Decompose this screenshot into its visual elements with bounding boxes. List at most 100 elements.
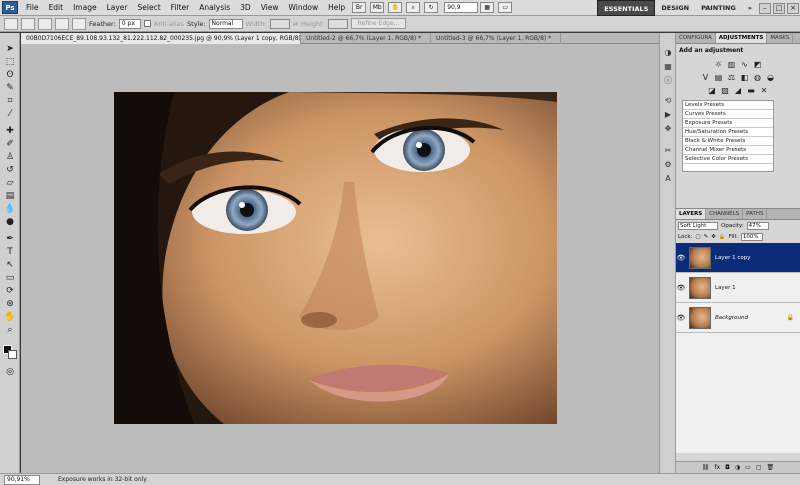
posterize-icon[interactable]: ▨	[720, 86, 731, 96]
selective-color-icon[interactable]: ✕	[759, 86, 770, 96]
doc-tab-3[interactable]: Untitled-3 @ 66,7% (Layer 1, RGB/8) *	[431, 33, 561, 44]
preset-levels[interactable]: Levels Presets	[683, 101, 773, 110]
arrange-icon[interactable]: ▦	[480, 2, 495, 13]
menu-file[interactable]: File	[21, 3, 44, 12]
intersect-selection-icon[interactable]	[72, 17, 86, 30]
close-button[interactable]: ×	[787, 2, 799, 14]
dodge-tool-icon[interactable]: ●	[3, 216, 17, 227]
menu-edit[interactable]: Edit	[44, 3, 69, 12]
layer-row-background[interactable]: 👁 Background 🔒	[676, 303, 800, 333]
preset-channel-mixer[interactable]: Channel Mixer Presets	[683, 146, 773, 155]
document-image[interactable]	[114, 92, 557, 424]
3d-rotate-tool-icon[interactable]: ⟳	[3, 285, 17, 296]
preset-exposure[interactable]: Exposure Presets	[683, 119, 773, 128]
layer-row-layer-1[interactable]: 👁 Layer 1	[676, 273, 800, 303]
history-panel-icon[interactable]: ⟲	[662, 95, 674, 106]
marquee-tool-preset-icon[interactable]	[4, 17, 18, 30]
marquee-tool-icon[interactable]: ⬚	[3, 56, 17, 67]
black-white-icon[interactable]: ◧	[739, 73, 750, 83]
layer-style-icon[interactable]: fx	[714, 464, 720, 471]
menu-analysis[interactable]: Analysis	[194, 3, 235, 12]
visibility-eye-icon[interactable]: 👁	[676, 254, 686, 262]
eyedropper-tool-icon[interactable]: ⁄	[3, 108, 17, 119]
navigator-panel-icon[interactable]: ✥	[662, 123, 674, 134]
curves-icon[interactable]: ∿	[739, 60, 750, 70]
pen-tool-icon[interactable]: ✒	[3, 233, 17, 244]
doc-tab-1[interactable]: 00B0D7106ECE_89.108.93.132_81.222.112.82…	[21, 33, 301, 44]
menu-select[interactable]: Select	[133, 3, 166, 12]
rotate-icon[interactable]: ↻	[424, 2, 439, 13]
character-panel-icon[interactable]: A	[662, 173, 674, 184]
new-layer-icon[interactable]: ▢	[756, 464, 762, 471]
workspace-design[interactable]: DESIGN	[655, 0, 695, 16]
lasso-tool-icon[interactable]: ʘ	[3, 69, 17, 80]
gradient-tool-icon[interactable]: ▤	[3, 190, 17, 201]
lock-all-icon[interactable]: 🔒	[719, 234, 726, 240]
type-tool-icon[interactable]: T	[3, 246, 17, 257]
swatches-panel-icon[interactable]: ▦	[662, 61, 674, 72]
menu-image[interactable]: Image	[68, 3, 102, 12]
opacity-input[interactable]: 47%	[746, 221, 769, 230]
new-adjustment-icon[interactable]: ◑	[735, 464, 740, 471]
menu-filter[interactable]: Filter	[166, 3, 195, 12]
layer-name[interactable]: Layer 1 copy	[715, 255, 750, 261]
shape-tool-icon[interactable]: ▭	[3, 272, 17, 283]
zoom-level-select[interactable]: 90,9	[444, 2, 479, 13]
lock-position-icon[interactable]: ✥	[711, 234, 716, 240]
layer-row-layer-1-copy[interactable]: 👁 Layer 1 copy	[676, 243, 800, 273]
color-panel-icon[interactable]: ◑	[662, 47, 674, 58]
blend-mode-select[interactable]: Soft Light	[678, 221, 718, 230]
screen-mode-icon[interactable]: ▭	[498, 2, 513, 13]
preset-selective-color[interactable]: Selective Color Presets	[683, 155, 773, 164]
fill-input[interactable]: 100%	[740, 232, 763, 241]
healing-brush-tool-icon[interactable]: ✚	[3, 125, 17, 136]
gradient-map-icon[interactable]: ▬	[746, 86, 757, 96]
preset-hue-saturation[interactable]: Hue/Saturation Presets	[683, 128, 773, 137]
background-color-swatch[interactable]	[8, 350, 17, 359]
menu-window[interactable]: Window	[284, 3, 324, 12]
swap-icon[interactable]: ⇄	[293, 20, 298, 28]
menu-help[interactable]: Help	[323, 3, 350, 12]
delete-layer-icon[interactable]: 🗑	[767, 464, 775, 471]
photo-filter-icon[interactable]: ◍	[752, 73, 763, 83]
3d-orbit-tool-icon[interactable]: ⊛	[3, 298, 17, 309]
quick-mask-icon[interactable]: ◎	[3, 366, 17, 377]
hand-icon[interactable]: ✋	[388, 2, 403, 13]
tab-masks[interactable]: MASKS	[767, 33, 794, 43]
layer-name[interactable]: Background	[715, 315, 748, 321]
brush-tool-icon[interactable]: ✐	[3, 138, 17, 149]
lock-pixels-icon[interactable]: ✎	[704, 234, 709, 240]
subtract-selection-icon[interactable]	[55, 17, 69, 30]
tab-layers[interactable]: LAYERS	[676, 209, 707, 219]
tab-adjustments[interactable]: ADJUSTMENTS	[715, 33, 768, 43]
style-select[interactable]: Normal	[208, 18, 243, 29]
feather-input[interactable]: 0 px	[118, 18, 141, 29]
quick-select-tool-icon[interactable]: ✎	[3, 82, 17, 93]
clone-source-icon[interactable]: ⚙	[662, 159, 674, 170]
tab-configurator[interactable]: CONFIGURA	[676, 33, 716, 43]
history-brush-tool-icon[interactable]: ↺	[3, 164, 17, 175]
clone-stamp-tool-icon[interactable]: ♙	[3, 151, 17, 162]
threshold-icon[interactable]: ◢	[733, 86, 744, 96]
exposure-icon[interactable]: ◩	[752, 60, 763, 70]
invert-icon[interactable]: ◪	[707, 86, 718, 96]
menu-view[interactable]: View	[256, 3, 284, 12]
actions-panel-icon[interactable]: ▶	[662, 109, 674, 120]
new-group-icon[interactable]: ▭	[745, 464, 751, 471]
preset-curves[interactable]: Curves Presets	[683, 110, 773, 119]
minibridge-icon[interactable]: Mb	[370, 2, 385, 13]
more-workspaces-icon[interactable]: »	[742, 0, 758, 16]
visibility-eye-icon[interactable]: 👁	[676, 314, 686, 322]
vibrance-icon[interactable]: V	[700, 73, 711, 83]
color-balance-icon[interactable]: ⚖	[726, 73, 737, 83]
width-input[interactable]	[269, 18, 290, 29]
antialias-checkbox[interactable]	[143, 20, 151, 27]
new-selection-icon[interactable]	[21, 17, 35, 30]
eraser-tool-icon[interactable]: ▱	[3, 177, 17, 188]
minimize-button[interactable]: –	[759, 2, 771, 14]
bridge-icon[interactable]: Br	[352, 2, 367, 13]
brightness-icon[interactable]: ☼	[713, 60, 724, 70]
hand-tool-icon[interactable]: ✋	[3, 311, 17, 322]
move-tool-icon[interactable]: ➤	[3, 43, 17, 54]
menu-layer[interactable]: Layer	[102, 3, 133, 12]
